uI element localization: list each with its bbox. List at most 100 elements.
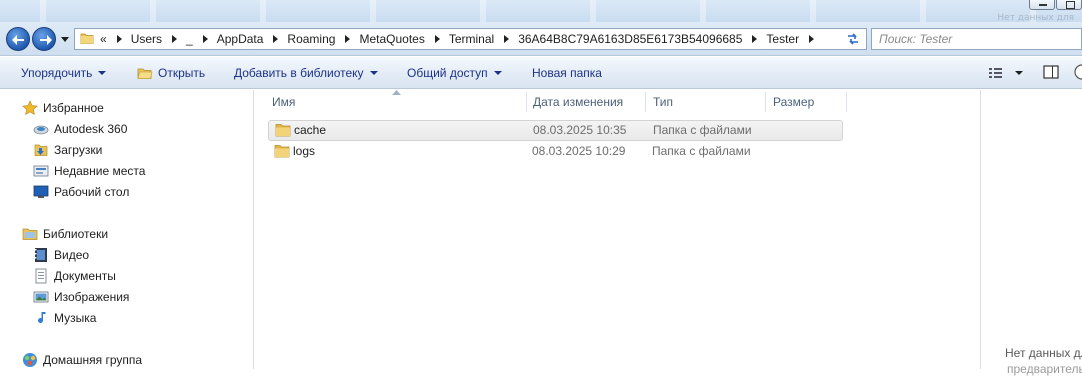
breadcrumb-overflow[interactable]: « xyxy=(100,32,107,46)
column-divider[interactable] xyxy=(846,92,847,112)
folder-icon xyxy=(275,123,291,140)
nav-label: Музыка xyxy=(54,311,97,325)
open-button[interactable]: Открыть xyxy=(137,57,205,89)
change-view-button[interactable] xyxy=(989,64,1023,82)
column-header-size[interactable]: Размер xyxy=(773,90,845,114)
nav-item-pictures[interactable]: Изображения xyxy=(33,287,129,307)
recent-pages-chevron-down-icon[interactable] xyxy=(61,37,69,43)
preview-pane-button[interactable] xyxy=(1043,64,1059,82)
breadcrumb-separator-icon[interactable] xyxy=(172,35,178,43)
breadcrumb-item[interactable]: Roaming xyxy=(287,32,335,46)
file-name: logs xyxy=(293,144,316,158)
preview-pane-icon xyxy=(1043,65,1059,79)
preview-no-data-text: Нет данных дл xyxy=(1005,346,1082,360)
window-controls xyxy=(1028,0,1082,10)
search-input[interactable]: Поиск: Tester xyxy=(871,28,1082,50)
breadcrumb-separator-icon[interactable] xyxy=(752,35,758,43)
nav-item-recent-places[interactable]: Недавние места xyxy=(33,161,145,181)
chevron-down-icon xyxy=(493,71,502,75)
breadcrumb-item[interactable]: Tester xyxy=(766,32,799,46)
breadcrumb-separator-icon[interactable] xyxy=(116,35,122,43)
nav-libraries[interactable]: Библиотеки xyxy=(22,224,108,244)
music-library-icon xyxy=(33,310,49,326)
video-library-icon xyxy=(33,247,49,263)
add-to-library-button[interactable]: Добавить в библиотеку xyxy=(234,57,378,89)
desktop-icon xyxy=(33,184,49,200)
column-header-date[interactable]: Дата изменения xyxy=(533,90,645,114)
back-arrow-icon xyxy=(12,35,24,45)
breadcrumb-separator-icon[interactable] xyxy=(345,35,351,43)
column-divider[interactable] xyxy=(645,92,646,112)
file-name: cache xyxy=(294,123,327,137)
forward-arrow-icon xyxy=(40,35,52,45)
nav-item-autodesk-360[interactable]: Autodesk 360 xyxy=(33,119,127,139)
breadcrumb-separator-icon[interactable] xyxy=(202,35,208,43)
navigation-pane: Избранное Autodesk 360 Загрузки Недавние… xyxy=(0,90,254,369)
nav-label: Рабочий стол xyxy=(54,185,130,199)
nav-item-desktop[interactable]: Рабочий стол xyxy=(33,182,129,202)
view-options-icon xyxy=(989,68,1023,78)
file-type: Папка с файлами xyxy=(652,144,751,158)
downloads-folder-icon xyxy=(33,142,49,158)
table-row[interactable]: logs 08.03.2025 10:29 Папка с файлами xyxy=(268,142,843,163)
libraries-icon xyxy=(22,226,38,242)
nav-item-documents[interactable]: Документы xyxy=(33,266,116,286)
chevron-down-icon xyxy=(369,71,378,75)
refresh-button[interactable] xyxy=(839,28,867,50)
folder-icon xyxy=(80,31,94,48)
breadcrumb-item[interactable]: Users xyxy=(131,32,162,46)
breadcrumb-separator-icon[interactable] xyxy=(273,35,279,43)
title-bar-glass xyxy=(0,0,1082,22)
nav-item-video[interactable]: Видео xyxy=(33,245,89,265)
breadcrumb-separator-icon[interactable] xyxy=(434,35,440,43)
column-header-name[interactable]: Имя xyxy=(272,90,526,114)
forward-button[interactable] xyxy=(32,27,56,51)
maximize-button[interactable] xyxy=(1056,0,1082,10)
table-row[interactable]: cache 08.03.2025 10:35 Папка с файлами xyxy=(268,120,843,141)
address-row: « Users _ AppData Roaming MetaQuotes Ter… xyxy=(0,22,1082,56)
breadcrumb-separator-icon[interactable] xyxy=(809,35,815,43)
new-folder-label: Новая папка xyxy=(532,66,602,80)
nav-label: Домашняя группа xyxy=(43,353,143,367)
address-bar[interactable]: « Users _ AppData Roaming MetaQuotes Ter… xyxy=(74,28,867,50)
breadcrumb-item[interactable]: _ xyxy=(186,32,193,46)
nav-label: Библиотеки xyxy=(43,227,109,241)
nav-label: Избранное xyxy=(43,101,104,115)
cloud-drive-icon xyxy=(33,121,49,137)
column-header-label: Дата изменения xyxy=(533,95,624,109)
column-divider[interactable] xyxy=(526,92,527,112)
add-to-library-label: Добавить в библиотеку xyxy=(234,66,364,80)
column-header-label: Имя xyxy=(272,95,296,109)
organize-menu-button[interactable]: Упорядочить xyxy=(21,57,107,89)
minimize-button[interactable] xyxy=(1029,0,1055,10)
breadcrumb-item[interactable]: Terminal xyxy=(449,32,494,46)
homegroup-icon xyxy=(22,352,38,368)
nav-label: Изображения xyxy=(54,290,130,304)
nav-favorites[interactable]: Избранное xyxy=(22,98,104,118)
nav-label: Загрузки xyxy=(54,143,103,157)
pictures-library-icon xyxy=(33,289,49,305)
new-folder-button[interactable]: Новая папка xyxy=(532,57,602,89)
nav-label: Документы xyxy=(54,269,116,283)
column-header-type[interactable]: Тип xyxy=(653,90,763,114)
nav-item-downloads[interactable]: Загрузки xyxy=(33,140,102,160)
file-date: 08.03.2025 10:29 xyxy=(532,144,626,158)
open-label: Открыть xyxy=(158,66,206,80)
preview-no-data-text-2: предварительн xyxy=(1007,362,1082,376)
nav-homegroup[interactable]: Домашняя группа xyxy=(22,350,142,370)
breadcrumb: « Users _ AppData Roaming MetaQuotes Ter… xyxy=(100,32,823,46)
column-header-label: Тип xyxy=(653,95,674,109)
breadcrumb-item[interactable]: AppData xyxy=(217,32,264,46)
column-divider[interactable] xyxy=(765,92,766,112)
share-button[interactable]: Общий доступ xyxy=(407,57,502,89)
breadcrumb-separator-icon[interactable] xyxy=(504,35,510,43)
help-icon xyxy=(1074,64,1082,80)
breadcrumb-item[interactable]: MetaQuotes xyxy=(359,32,424,46)
back-button[interactable] xyxy=(6,27,30,51)
column-header-label: Размер xyxy=(773,95,815,109)
recent-places-icon xyxy=(33,163,49,179)
share-label: Общий доступ xyxy=(407,66,488,80)
help-button[interactable] xyxy=(1072,64,1082,82)
nav-item-music[interactable]: Музыка xyxy=(33,308,96,328)
breadcrumb-item[interactable]: 36A64B8C79A6163D85E6173B54096685 xyxy=(518,32,742,46)
